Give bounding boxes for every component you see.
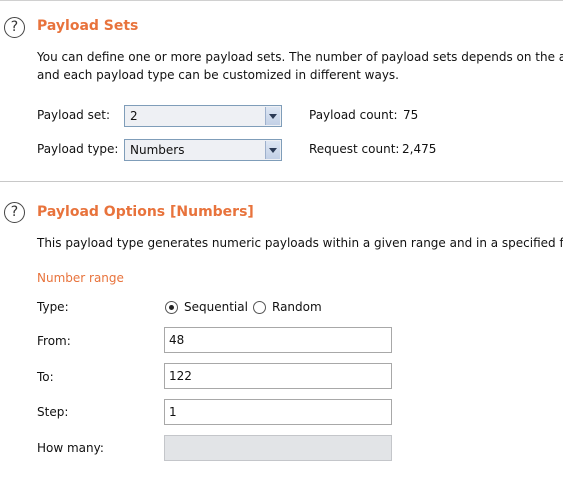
to-label: To:	[37, 370, 54, 384]
payload-sets-description-line2: and each payload type can be customized …	[37, 68, 399, 82]
chevron-down-icon[interactable]	[265, 141, 280, 159]
top-border	[0, 0, 563, 1]
number-range-title: Number range	[37, 271, 124, 285]
payload-set-dropdown[interactable]: 2	[124, 105, 282, 127]
to-field[interactable]	[164, 363, 392, 389]
payload-sets-title: Payload Sets	[37, 18, 139, 34]
how-many-field	[164, 435, 392, 461]
from-label: From:	[37, 334, 71, 348]
section-divider	[0, 181, 563, 182]
step-label: Step:	[37, 405, 69, 419]
request-count-label: Request count:	[309, 142, 400, 156]
payload-count-label: Payload count:	[309, 108, 398, 122]
payload-options-description: This payload type generates numeric payl…	[37, 236, 563, 250]
sequential-radio[interactable]	[165, 301, 178, 314]
payload-count-value: 75	[403, 108, 419, 122]
how-many-input	[165, 436, 391, 460]
intruder-payloads-panel: ? Payload Sets You can define one or mor…	[0, 0, 563, 491]
from-field[interactable]	[164, 327, 392, 353]
chevron-down-icon[interactable]	[265, 107, 280, 125]
payload-set-value: 2	[130, 109, 138, 123]
payload-type-dropdown[interactable]: Numbers	[124, 139, 282, 161]
payload-sets-description-line1: You can define one or more payload sets.…	[37, 50, 563, 64]
type-label: Type:	[37, 300, 69, 314]
help-icon[interactable]: ?	[4, 202, 25, 223]
step-input[interactable]	[165, 400, 391, 424]
to-input[interactable]	[165, 364, 391, 388]
payload-type-label: Payload type:	[37, 142, 119, 156]
random-label[interactable]: Random	[272, 300, 322, 314]
from-input[interactable]	[165, 328, 391, 352]
how-many-label: How many:	[37, 441, 104, 455]
sequential-label[interactable]: Sequential	[184, 300, 248, 314]
request-count-value: 2,475	[402, 142, 437, 156]
payload-set-label: Payload set:	[37, 108, 110, 122]
help-icon[interactable]: ?	[4, 17, 25, 38]
payload-options-title: Payload Options [Numbers]	[37, 204, 254, 220]
payload-type-value: Numbers	[130, 143, 185, 157]
random-radio[interactable]	[253, 301, 266, 314]
step-field[interactable]	[164, 399, 392, 425]
